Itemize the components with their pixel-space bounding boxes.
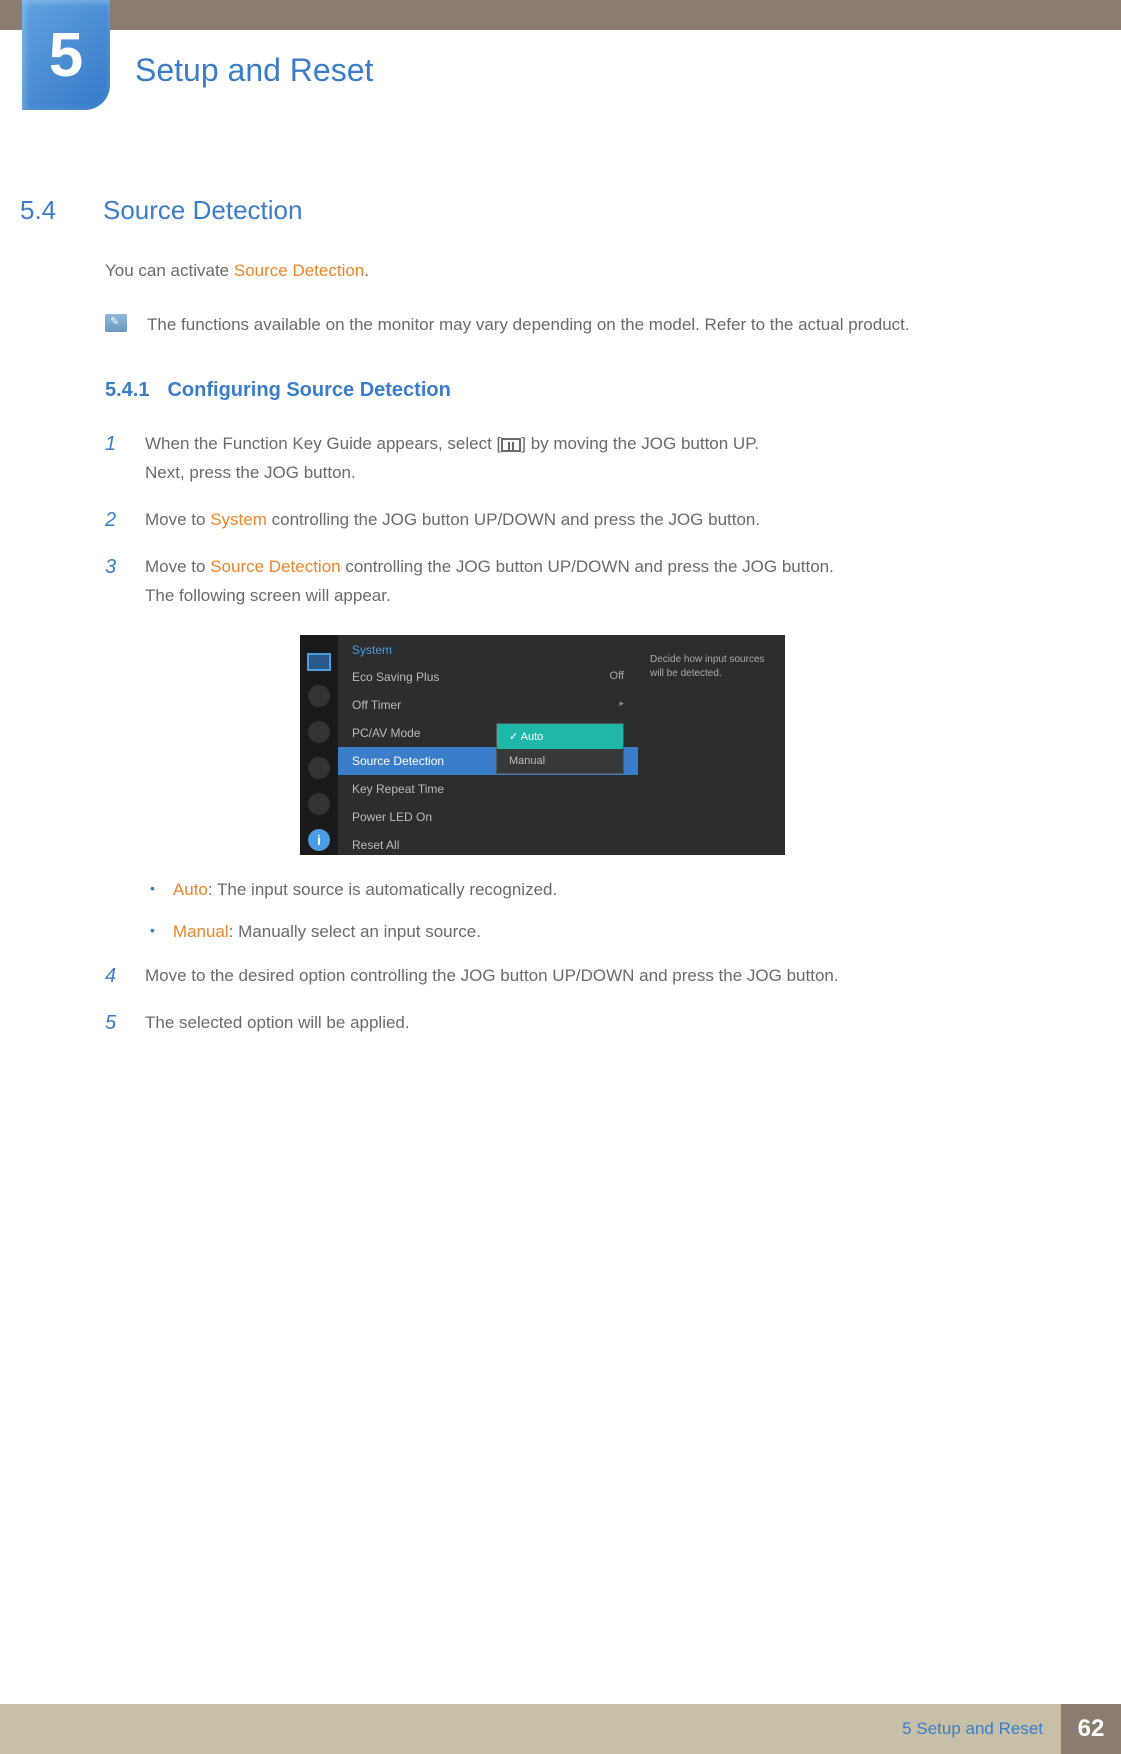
- circle-icon-1: [308, 685, 330, 707]
- osd-item-eco: Eco Saving Plus Off: [338, 663, 638, 691]
- step-3-text: Move to Source Detection controlling the…: [145, 553, 834, 611]
- step-4-number: 4: [105, 962, 123, 990]
- note-text: The functions available on the monitor m…: [147, 312, 910, 338]
- osd-item-keyrepeat: Key Repeat Time: [338, 775, 638, 803]
- step-1-line2: Next, press the JOG button.: [145, 463, 356, 482]
- step-2-pre: Move to: [145, 510, 210, 529]
- circle-icon-3: [308, 757, 330, 779]
- section-title: Source Detection: [103, 195, 302, 226]
- step-1-line1a: When the Function Key Guide appears, sel…: [145, 434, 501, 453]
- chapter-title: Setup and Reset: [135, 52, 373, 89]
- osd-item-powerled: Power LED On: [338, 803, 638, 831]
- intro-highlight: Source Detection: [234, 261, 364, 280]
- step-5-number: 5: [105, 1009, 123, 1037]
- bullet-auto-hl: Auto: [173, 880, 208, 899]
- bullet-manual-text: Manual: Manually select an input source.: [173, 919, 481, 945]
- osd-label-resetall: Reset All: [352, 838, 399, 852]
- bullet-auto: • Auto: The input source is automaticall…: [150, 877, 1036, 903]
- step-1-line1b: ] by moving the JOG button UP.: [521, 434, 759, 453]
- step-4-text: Move to the desired option controlling t…: [145, 962, 839, 991]
- footer-text: 5 Setup and Reset: [902, 1719, 1043, 1739]
- bullet-auto-rest: : The input source is automatically reco…: [208, 880, 557, 899]
- step-2-hl: System: [210, 510, 267, 529]
- step-3-pre: Move to: [145, 557, 210, 576]
- header-bar: [0, 0, 1121, 30]
- intro-text: You can activate Source Detection.: [105, 258, 1036, 284]
- osd-item-offtimer: Off Timer ▸: [338, 691, 638, 719]
- osd-popup: Auto Manual: [496, 723, 624, 774]
- step-2-post: controlling the JOG button UP/DOWN and p…: [267, 510, 760, 529]
- step-3-post: controlling the JOG button UP/DOWN and p…: [341, 557, 834, 576]
- chapter-badge: 5: [22, 0, 110, 110]
- bullet-manual: • Manual: Manually select an input sourc…: [150, 919, 1036, 945]
- bullet-dot: •: [150, 919, 155, 943]
- step-3-number: 3: [105, 553, 123, 581]
- note-icon: [105, 314, 127, 332]
- footer-page-number: 62: [1061, 1704, 1121, 1754]
- step-1: 1 When the Function Key Guide appears, s…: [105, 430, 1036, 488]
- osd-val-eco: Off: [610, 670, 624, 684]
- bullet-auto-text: Auto: The input source is automatically …: [173, 877, 557, 903]
- step-1-text: When the Function Key Guide appears, sel…: [145, 430, 759, 488]
- step-1-number: 1: [105, 430, 123, 458]
- osd-sidebar: i: [300, 635, 338, 855]
- bullet-dot: •: [150, 877, 155, 901]
- circle-icon-2: [308, 721, 330, 743]
- step-3: 3 Move to Source Detection controlling t…: [105, 553, 1036, 611]
- osd-header: System: [338, 635, 638, 663]
- osd-label-powerled: Power LED On: [352, 810, 432, 824]
- step-3-line2: The following screen will appear.: [145, 586, 391, 605]
- page-footer: 5 Setup and Reset 62: [0, 1704, 1121, 1754]
- step-2-number: 2: [105, 506, 123, 534]
- section-heading: 5.4 Source Detection: [20, 195, 1036, 226]
- info-icon: i: [308, 829, 330, 851]
- subsection-number: 5.4.1: [105, 379, 149, 402]
- osd-arrow-offtimer: ▸: [619, 698, 624, 712]
- osd-label-source: Source Detection: [352, 754, 444, 768]
- osd-label-offtimer: Off Timer: [352, 698, 401, 712]
- osd-label-pcav: PC/AV Mode: [352, 726, 420, 740]
- step-3-hl: Source Detection: [210, 557, 340, 576]
- osd-info-panel: Decide how input sources will be detecte…: [638, 635, 785, 855]
- step-5-text: The selected option will be applied.: [145, 1009, 410, 1038]
- monitor-icon: [307, 653, 331, 671]
- chapter-number: 5: [49, 20, 83, 91]
- section-number: 5.4: [20, 195, 75, 226]
- content-area: 5.4 Source Detection You can activate So…: [0, 195, 1121, 1038]
- osd-screenshot: i System Eco Saving Plus Off Off Timer ▸ P…: [300, 635, 785, 855]
- bullet-manual-rest: : Manually select an input source.: [229, 922, 481, 941]
- osd-item-resetall: Reset All: [338, 831, 638, 859]
- circle-icon-4: [308, 793, 330, 815]
- osd-label-eco: Eco Saving Plus: [352, 670, 439, 684]
- subsection-title: Configuring Source Detection: [167, 379, 450, 402]
- osd-popup-auto: Auto: [497, 724, 623, 749]
- step-5: 5 The selected option will be applied.: [105, 1009, 1036, 1038]
- note-row: The functions available on the monitor m…: [105, 312, 1036, 338]
- bullet-manual-hl: Manual: [173, 922, 229, 941]
- intro-pre: You can activate: [105, 261, 234, 280]
- step-2: 2 Move to System controlling the JOG but…: [105, 506, 1036, 535]
- osd-popup-manual: Manual: [497, 749, 623, 773]
- step-2-text: Move to System controlling the JOG butto…: [145, 506, 760, 535]
- subsection-heading: 5.4.1 Configuring Source Detection: [105, 379, 1036, 402]
- step-4: 4 Move to the desired option controlling…: [105, 962, 1036, 991]
- intro-post: .: [364, 261, 369, 280]
- menu-icon: [501, 438, 521, 452]
- osd-main-panel: System Eco Saving Plus Off Off Timer ▸ PC/…: [338, 635, 638, 855]
- osd-label-keyrepeat: Key Repeat Time: [352, 782, 444, 796]
